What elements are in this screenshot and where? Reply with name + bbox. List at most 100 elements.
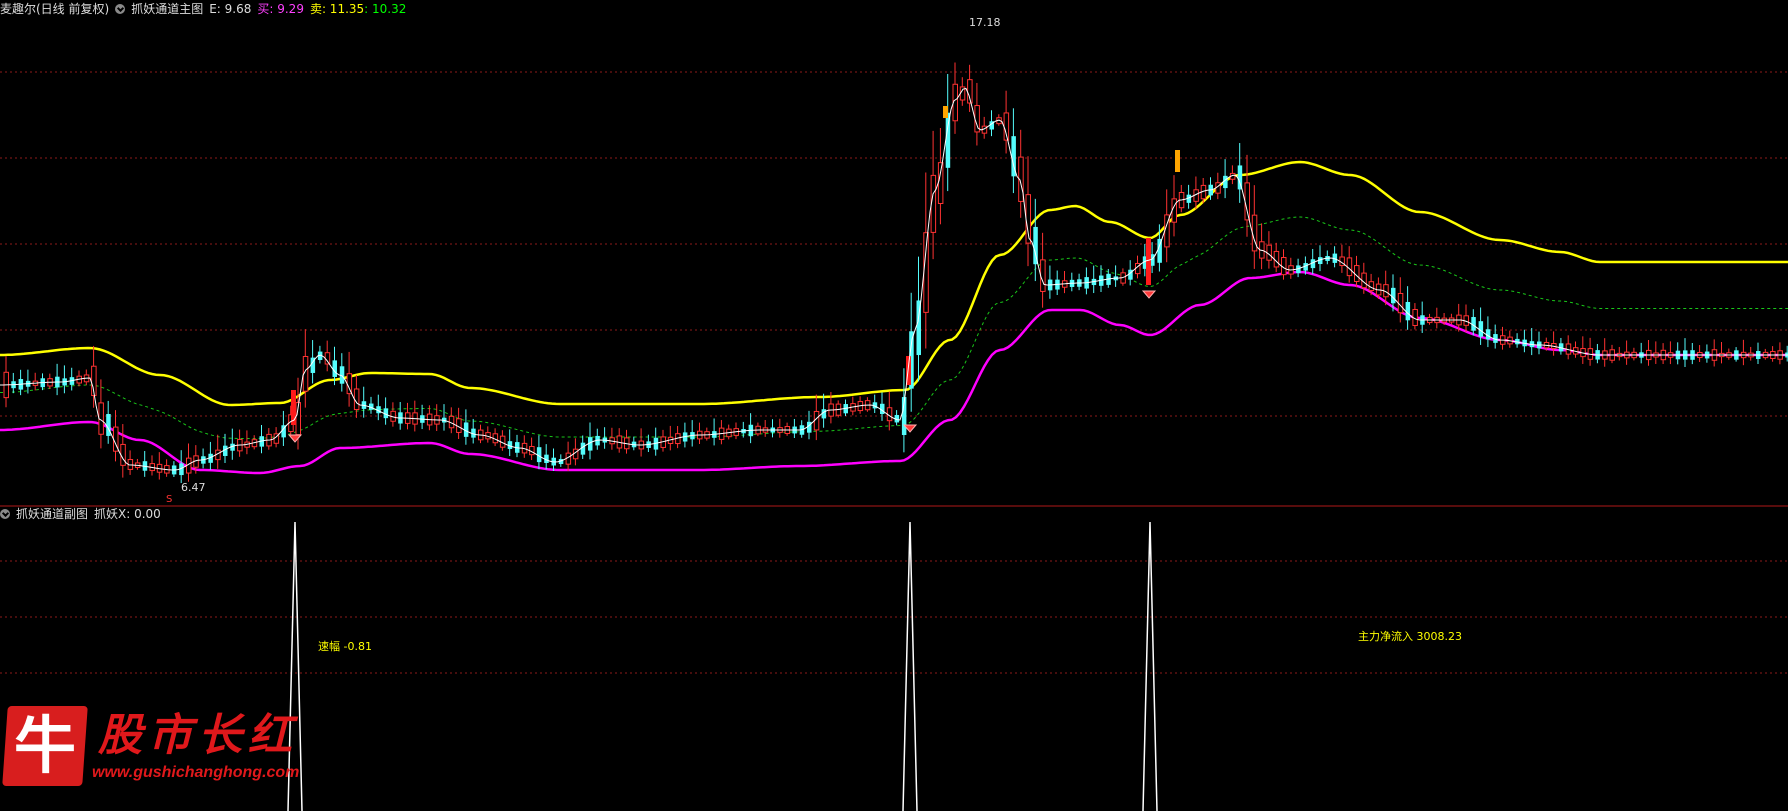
up-candle (1339, 244, 1345, 273)
up-candle (492, 428, 499, 447)
up-candle (718, 420, 725, 445)
up-candle (412, 400, 418, 432)
up-candle (1580, 336, 1586, 364)
down-candle (179, 450, 184, 484)
down-candle (653, 427, 659, 456)
up-candle (1281, 249, 1287, 280)
up-candle (1266, 231, 1272, 269)
candle-body (1033, 226, 1038, 265)
up-candle (521, 435, 528, 458)
up-candle (1587, 337, 1594, 366)
up-candle (624, 429, 630, 454)
stock-name[interactable]: 麦趣尔(日线 前复权) (0, 2, 109, 16)
up-candle (478, 424, 484, 444)
main-chart-header: 麦趣尔(日线 前复权) 抓妖通道主图 E: 9.68 买: 9.29 卖: 11.35:… (0, 0, 412, 18)
up-candle (1448, 313, 1455, 325)
down-candle (106, 400, 111, 444)
up-candle (638, 428, 645, 457)
candle-body (1244, 182, 1250, 221)
down-candle (69, 367, 75, 391)
down-candle (142, 451, 148, 477)
down-candle (1047, 265, 1053, 299)
up-candle (1667, 341, 1674, 365)
candle-body (1040, 259, 1046, 292)
up-candle (1273, 242, 1280, 273)
signal-candle (1146, 238, 1151, 285)
up-candle (1244, 154, 1250, 237)
up-candle (1193, 176, 1199, 210)
up-candle (1551, 331, 1557, 356)
down-candle (507, 429, 513, 457)
down-candle (1756, 342, 1761, 365)
down-candle (369, 396, 374, 414)
up-candle (1018, 129, 1024, 218)
candle-body (937, 162, 944, 204)
candle-body (945, 112, 951, 168)
up-candle (149, 455, 155, 476)
down-candle (1471, 309, 1476, 336)
down-candle (1522, 329, 1527, 353)
down-candle (690, 420, 695, 447)
down-candle (1033, 198, 1038, 282)
down-candle (171, 461, 177, 478)
up-candle (98, 379, 104, 449)
up-candle (1631, 347, 1637, 361)
up-candle (1259, 223, 1265, 270)
candle-body (916, 300, 921, 356)
low-price-label: 6.47 (181, 481, 206, 494)
down-candle (1318, 245, 1323, 272)
diamond-marker-icon (1141, 290, 1157, 299)
stock-chart-canvas[interactable] (0, 0, 1788, 811)
up-candle (1616, 346, 1623, 361)
up-candle (434, 404, 440, 432)
down-candle (1069, 272, 1075, 292)
logo-glyph: 牛 (14, 709, 77, 782)
up-candle (1646, 340, 1652, 366)
sub-indicator-name[interactable]: 抓妖通道副图 (16, 507, 88, 521)
up-candle (499, 430, 506, 451)
settings-icon[interactable] (0, 509, 10, 519)
up-candle (1697, 345, 1703, 362)
highlight-candle (1175, 150, 1180, 172)
down-candle (201, 448, 206, 469)
up-candle (448, 407, 455, 434)
down-candle (894, 410, 900, 426)
up-candle (777, 418, 783, 438)
candle-body (332, 360, 337, 377)
up-candle (1748, 346, 1754, 361)
up-candle (324, 340, 331, 372)
channel-bands (0, 160, 1788, 475)
up-candle (1288, 257, 1294, 279)
buy-value: 买: 9.29 (257, 2, 304, 16)
up-candle (733, 422, 739, 440)
settings-icon[interactable] (115, 4, 126, 14)
down-candle (230, 428, 235, 460)
up-candle (667, 425, 674, 451)
down-candle (1478, 307, 1484, 345)
down-candle (712, 418, 717, 446)
down-candle (471, 418, 476, 444)
down-candle (398, 402, 403, 430)
up-candle (1770, 346, 1776, 362)
down-candle (259, 425, 264, 454)
down-candle (1734, 347, 1739, 362)
main-indicator-name[interactable]: 抓妖通道主图 (131, 2, 203, 16)
up-candle (675, 426, 681, 449)
down-candle (1325, 250, 1330, 265)
up-candle (1777, 342, 1783, 365)
down-candle (748, 413, 754, 444)
up-candle (850, 396, 856, 416)
up-candle (1573, 341, 1579, 358)
up-candle (1602, 338, 1608, 367)
up-candle (1251, 185, 1258, 269)
chart-grid (0, 71, 1788, 674)
up-candle (156, 452, 163, 480)
down-candle (25, 369, 31, 394)
middle-band-line (0, 216, 1788, 439)
sell-value-2: : 10.32 (364, 2, 407, 16)
signal-candle (291, 390, 296, 425)
up-candle (1434, 307, 1440, 329)
up-candle (215, 434, 221, 469)
price-line (0, 87, 1788, 471)
candle-body (120, 443, 126, 466)
